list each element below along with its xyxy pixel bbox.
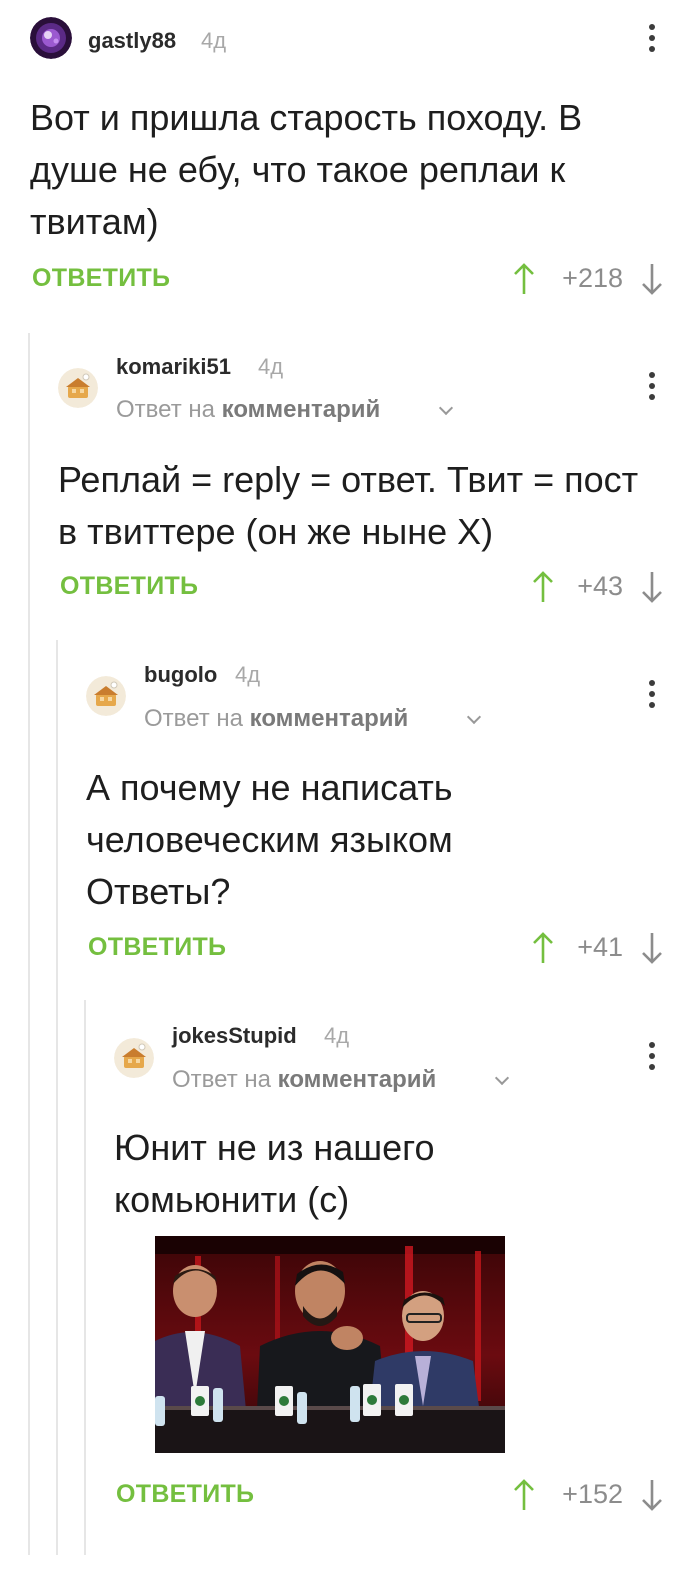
arrow-up-icon[interactable]	[531, 931, 555, 965]
reply-button[interactable]: ОТВЕТИТЬ	[32, 264, 170, 293]
avatar[interactable]	[30, 17, 72, 59]
reply-button[interactable]: ОТВЕТИТЬ	[88, 933, 226, 962]
thread-line-level-3	[84, 1000, 86, 1555]
reply-to-link[interactable]: Ответ на комментарий	[172, 1066, 436, 1094]
vote-score: +43	[577, 571, 623, 601]
username[interactable]: gastly88	[88, 28, 176, 54]
reply-to-prefix: Ответ на	[172, 1066, 271, 1093]
avatar[interactable]	[114, 1038, 154, 1078]
comment-text: Юнит не из нашего комьюнити (с)	[114, 1127, 435, 1220]
reply-button[interactable]: ОТВЕТИТЬ	[116, 1480, 254, 1509]
more-vertical-icon[interactable]	[640, 678, 664, 710]
thread-line-level-2	[56, 640, 58, 1555]
reply-to-target[interactable]: комментарий	[278, 1066, 437, 1093]
comment-age: 4д	[235, 662, 261, 687]
username[interactable]: jokesStupid	[172, 1023, 297, 1049]
reply-to-target[interactable]: комментарий	[222, 396, 381, 423]
comment-text: Вот и пришла старость походу. В душе не …	[30, 97, 583, 242]
more-vertical-icon[interactable]	[640, 1040, 664, 1072]
arrow-up-icon[interactable]	[512, 262, 536, 296]
chevron-down-icon[interactable]	[438, 400, 454, 416]
comment-text: Реплай = reply = ответ. Твит = пост в тв…	[58, 459, 639, 552]
arrow-down-icon[interactable]	[640, 570, 664, 604]
more-vertical-icon[interactable]	[640, 22, 664, 54]
vote-score: +41	[577, 932, 623, 962]
comment-age: 4д	[258, 354, 284, 379]
more-vertical-icon[interactable]	[640, 370, 664, 402]
arrow-up-icon[interactable]	[531, 570, 555, 604]
vote-score: +218	[562, 263, 623, 293]
thread-line-level-1	[28, 333, 30, 1555]
comment-text: А почему не написать человеческим языком…	[86, 767, 453, 912]
reply-to-prefix: Ответ на	[144, 705, 243, 732]
arrow-up-icon[interactable]	[512, 1478, 536, 1512]
comment-age: 4д	[324, 1023, 350, 1048]
comment-age: 4д	[201, 28, 227, 53]
avatar[interactable]	[86, 676, 126, 716]
reply-to-link[interactable]: Ответ на комментарий	[144, 705, 408, 733]
reply-to-link[interactable]: Ответ на комментарий	[116, 396, 380, 424]
chevron-down-icon[interactable]	[494, 1070, 510, 1086]
reply-button[interactable]: ОТВЕТИТЬ	[60, 572, 198, 601]
username[interactable]: bugolo	[144, 662, 217, 688]
arrow-down-icon[interactable]	[640, 931, 664, 965]
username[interactable]: komariki51	[116, 354, 231, 380]
avatar[interactable]	[58, 368, 98, 408]
arrow-down-icon[interactable]	[640, 262, 664, 296]
reply-to-target[interactable]: комментарий	[250, 705, 409, 732]
reply-to-prefix: Ответ на	[116, 396, 215, 423]
arrow-down-icon[interactable]	[640, 1478, 664, 1512]
chevron-down-icon[interactable]	[466, 709, 482, 725]
vote-score: +152	[562, 1479, 623, 1509]
comment-image[interactable]	[155, 1236, 505, 1453]
